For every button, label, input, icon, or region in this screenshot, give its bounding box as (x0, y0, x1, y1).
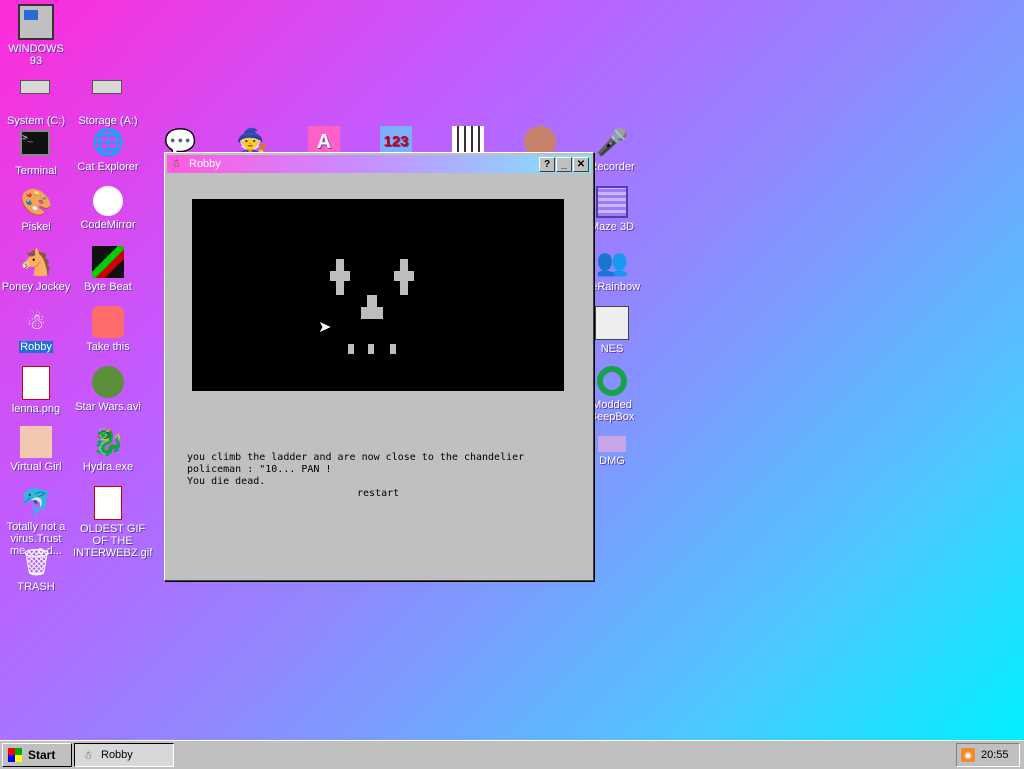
mouse-cursor-icon: ➤ (318, 319, 332, 336)
floppy-drive-icon (92, 80, 124, 112)
minimize-button[interactable]: _ (556, 157, 572, 172)
restart-link[interactable]: restart (357, 488, 399, 499)
ring-icon (597, 366, 627, 396)
desktop-icon-label: NES (600, 343, 624, 355)
story-line: You die dead. (187, 476, 266, 487)
rss-icon[interactable]: ◉ (961, 748, 975, 762)
desktop-icon-label: TRASH (17, 581, 55, 593)
desktop-icon-windows93[interactable]: WINDOWS 93 (0, 4, 72, 67)
pony-icon: 🐴 (20, 247, 53, 277)
help-button[interactable]: ? (539, 157, 555, 172)
window-title: Robby (189, 158, 221, 170)
pixel-man-icon (92, 306, 124, 338)
story-line: policeman : "10... PAN ! (187, 464, 332, 475)
left-eye-horizontal (330, 271, 350, 281)
desktop-icon-take-this[interactable]: Take this (72, 306, 144, 353)
start-label: Start (28, 748, 56, 762)
people-icon: 👥 (596, 247, 629, 277)
taskbar: Start ☃ Robby ◉ 20:55 (0, 740, 1024, 769)
mouth-dot (390, 344, 396, 354)
taskbar-item-robby[interactable]: ☃ Robby (74, 743, 174, 767)
desktop-icon-system-c[interactable]: System (C:) (0, 66, 72, 127)
desktop-icon-label: Hydra.exe (82, 461, 134, 473)
desktop-icon-star-wars[interactable]: Star Wars.avi (72, 366, 144, 413)
trash-icon: 🗑 (20, 547, 54, 577)
taskbar-item-label: Robby (101, 749, 133, 761)
robby-icon: ☃ (83, 750, 93, 762)
gif-file-icon (94, 486, 122, 520)
nose-top (367, 295, 377, 307)
desktop-icon-oldest-gif[interactable]: OLDEST GIF OF THE INTERWEBZ.gif (72, 486, 152, 559)
desktop-icon-virtual-girl[interactable]: Virtual Girl (0, 426, 72, 473)
desktop-icon-storage-a[interactable]: Storage (A:) (72, 66, 144, 127)
desktop-icon-piskel[interactable]: 🎨 Piskel (0, 186, 72, 233)
dmg-icon (598, 436, 626, 452)
start-button[interactable]: Start (2, 743, 72, 767)
desktop-icon-poney-jockey[interactable]: 🐴 Poney Jockey (0, 246, 72, 293)
palette-icon: 🎨 (20, 187, 53, 217)
desktop-icon-label: OLDEST GIF OF THE INTERWEBZ.gif (73, 523, 153, 559)
stick-figure-icon: ☃ (26, 309, 46, 334)
codemirror-icon (93, 186, 123, 216)
hydra-icon: 🐉 (92, 427, 125, 457)
desktop-icon-label: Star Wars.avi (75, 401, 141, 413)
desktop-icon-label: DMG (599, 455, 625, 467)
desktop-icon-label: Maze 3D (589, 221, 635, 233)
desktop-icon-codemirror[interactable]: CodeMirror (72, 186, 144, 231)
nes-icon (595, 306, 629, 340)
desktop-icon-label: Virtual Girl (10, 461, 62, 473)
mouth-dot (348, 344, 354, 354)
terminal-icon (20, 130, 52, 162)
nose-bottom (361, 307, 383, 319)
robby-icon: ☃ (171, 158, 181, 170)
desktop-icon-robby[interactable]: ☃ Robby (0, 306, 72, 353)
desktop-icon-label: lenna.png (11, 403, 61, 415)
desktop-icon-lenna[interactable]: lenna.png (0, 366, 72, 415)
image-file-icon (22, 366, 50, 400)
microphone-icon: 🎤 (596, 127, 629, 157)
mouth-dot (368, 344, 374, 354)
desktop-icon-label: CodeMirror (80, 219, 136, 231)
robby-window[interactable]: ☃ Robby ? _ ✕ ➤ you climb the ladder and… (164, 152, 594, 581)
dolphin-icon: 🐬 (20, 487, 53, 517)
desktop-icon-label: Recorder (589, 161, 635, 173)
right-eye-horizontal (394, 271, 414, 281)
desktop-icon-trash[interactable]: 🗑 TRASH (0, 546, 72, 593)
game-screen[interactable]: ➤ (192, 199, 564, 391)
cat-globe-icon: 🌐 (92, 127, 125, 157)
story-text: you climb the ladder and are now close t… (187, 452, 567, 488)
clock: 20:55 (981, 749, 1009, 761)
desktop-icon-label: Take this (86, 341, 130, 353)
desktop: WINDOWS 93 System (C:) Storage (A:) Term… (0, 0, 1024, 740)
desktop-icon-hydra[interactable]: 🐉 Hydra.exe (72, 426, 144, 473)
windows-logo-icon (8, 748, 22, 762)
desktop-icon-label: Terminal (15, 165, 57, 177)
computer-icon (18, 4, 54, 40)
story-line: you climb the ladder and are now close t… (187, 452, 525, 463)
close-button[interactable]: ✕ (573, 157, 589, 172)
yoda-icon (92, 366, 124, 398)
hard-drive-icon (20, 80, 52, 112)
desktop-icon-label: Byte Beat (84, 281, 132, 293)
desktop-icon-label: Piskel (21, 221, 51, 233)
desktop-icon-byte-beat[interactable]: Byte Beat (72, 246, 144, 293)
desktop-icon-terminal[interactable]: Terminal (0, 126, 72, 177)
desktop-icon-label: Robby (19, 341, 53, 353)
desktop-icon-label: Cat Explorer (77, 161, 139, 173)
face-icon (20, 426, 52, 458)
window-titlebar[interactable]: ☃ Robby ? _ ✕ (167, 155, 591, 173)
maze-icon (596, 186, 628, 218)
desktop-icon-label: Poney Jockey (1, 281, 71, 293)
system-tray: ◉ 20:55 (956, 743, 1020, 767)
bytebeat-icon (92, 246, 124, 278)
desktop-icon-label: WINDOWS 93 (8, 43, 64, 67)
desktop-icon-cat-explorer[interactable]: 🌐 Cat Explorer (72, 126, 144, 173)
